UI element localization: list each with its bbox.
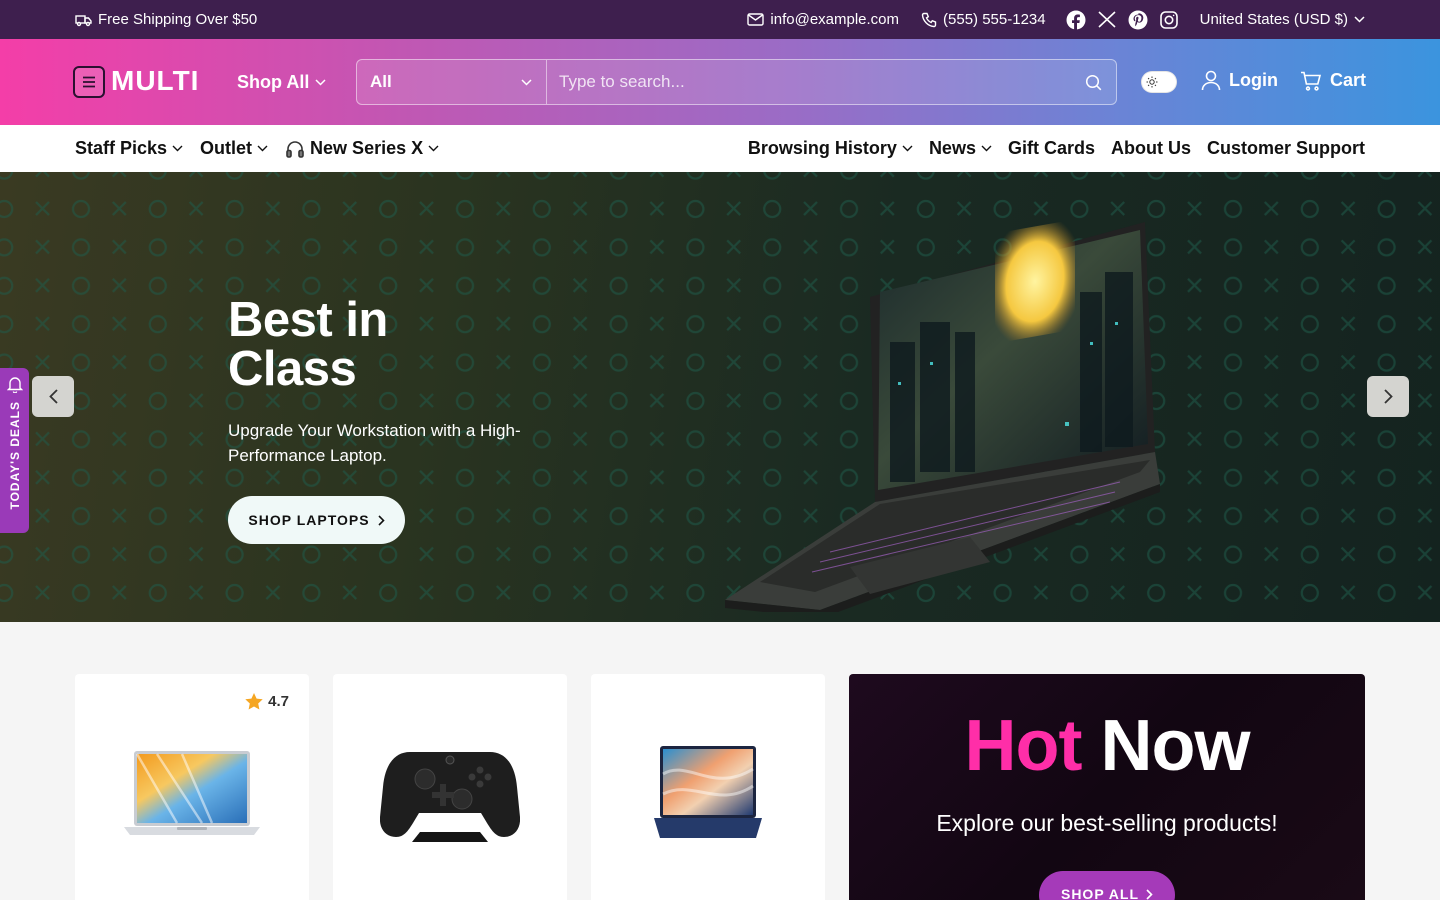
mail-icon	[747, 13, 765, 26]
theme-toggle[interactable]	[1141, 71, 1177, 93]
shop-all-button[interactable]: SHOP ALL	[1039, 871, 1175, 900]
blue-laptop-image	[591, 734, 825, 854]
search-category-select[interactable]: All	[357, 60, 547, 104]
chevron-down-icon	[257, 145, 268, 152]
x-icon[interactable]	[1098, 11, 1116, 28]
chevron-left-icon	[48, 389, 58, 404]
chevron-right-icon	[1146, 886, 1153, 900]
product-card[interactable]: 4.7	[75, 674, 309, 900]
nav-item-new-series-x[interactable]: New Series X	[285, 138, 439, 159]
phone-text: (555) 555-1234	[943, 11, 1046, 28]
nav-item-news[interactable]: News	[929, 138, 992, 159]
carousel-prev-button[interactable]	[32, 376, 74, 417]
currency-selector[interactable]: United States (USD $)	[1200, 11, 1365, 28]
nav-label: Staff Picks	[75, 138, 168, 158]
promo-title: Hot Now	[849, 706, 1365, 786]
search-category-value: All	[370, 72, 392, 91]
facebook-icon[interactable]	[1066, 10, 1086, 30]
logo[interactable]: MULTI	[111, 65, 199, 97]
shop-all-label: SHOP ALL	[1060, 886, 1139, 900]
nav-label: About Us	[1110, 138, 1191, 158]
nav-item-customer-support[interactable]: Customer Support	[1207, 138, 1365, 159]
star-icon	[245, 693, 263, 710]
headphones-icon	[285, 139, 305, 159]
user-icon	[1201, 70, 1221, 91]
shipping-text: Free Shipping Over $50	[98, 11, 258, 28]
shop-laptops-button[interactable]: SHOP LAPTOPS	[228, 496, 405, 544]
nav-label: Outlet	[200, 138, 253, 158]
laptop-image	[720, 222, 1180, 612]
top-bar: Free Shipping Over $50 info@example.com …	[0, 0, 1440, 39]
silver-laptop-image	[75, 734, 309, 854]
game-controller-image	[333, 734, 567, 854]
product-card[interactable]	[591, 674, 825, 900]
sun-icon	[1144, 74, 1160, 90]
email-text: info@example.com	[770, 11, 900, 28]
phone-link[interactable]: (555) 555-1234	[921, 11, 1046, 28]
chevron-down-icon	[315, 79, 326, 86]
nav-item-staff-picks[interactable]: Staff Picks	[75, 138, 183, 159]
country-text: United States (USD $)	[1199, 11, 1348, 28]
todays-deals-label: TODAY'S DEALS	[7, 401, 22, 510]
cta-label: SHOP LAPTOPS	[248, 512, 370, 528]
search-icon	[1085, 74, 1102, 91]
free-shipping-notice: Free Shipping Over $50	[75, 0, 257, 39]
hamburger-icon	[82, 76, 96, 88]
truck-icon	[75, 13, 92, 27]
login-label: Login	[1229, 70, 1278, 90]
main-header: MULTI Shop All All Login Cart	[0, 39, 1440, 125]
cart-link[interactable]: Cart	[1300, 70, 1366, 91]
shop-all-menu[interactable]: Shop All	[237, 72, 326, 93]
nav-label: New Series X	[310, 138, 424, 158]
search-input[interactable]	[547, 60, 1070, 104]
chevron-down-icon	[428, 145, 439, 152]
nav-label: Customer Support	[1206, 138, 1365, 158]
social-links	[1066, 10, 1178, 30]
instagram-icon[interactable]	[1159, 10, 1178, 29]
nav-label: News	[928, 138, 976, 158]
cart-icon	[1300, 71, 1322, 91]
nav-label: Gift Cards	[1007, 138, 1095, 158]
hero-title: Best in Class	[228, 293, 388, 396]
nav-label: Browsing History	[747, 138, 897, 158]
chevron-right-icon	[378, 514, 385, 526]
promo-subtitle: Explore our best-selling products!	[936, 810, 1278, 836]
nav-item-outlet[interactable]: Outlet	[200, 138, 268, 159]
phone-icon	[921, 12, 937, 28]
bell-icon	[6, 376, 23, 393]
rating-value: 4.7	[268, 693, 289, 710]
search-bar: All	[356, 59, 1117, 105]
chevron-down-icon	[902, 145, 913, 152]
carousel-next-button[interactable]	[1367, 376, 1409, 417]
hero-banner: Best in Class Upgrade Your Workstation w…	[0, 172, 1440, 622]
product-rating: 4.7	[245, 693, 289, 710]
promo-title-now: Now	[1100, 706, 1250, 786]
nav-item-gift-cards[interactable]: Gift Cards	[1008, 138, 1095, 159]
promo-title-hot: Hot	[964, 706, 1083, 786]
pinterest-icon[interactable]	[1128, 10, 1148, 30]
nav-item-browsing-history[interactable]: Browsing History	[748, 138, 913, 159]
hamburger-menu-button[interactable]	[73, 66, 105, 98]
login-link[interactable]: Login	[1201, 70, 1278, 91]
shop-all-label: Shop All	[237, 72, 310, 92]
todays-deals-tab[interactable]: TODAY'S DEALS	[0, 368, 29, 533]
chevron-down-icon	[1354, 16, 1365, 23]
chevron-down-icon	[172, 145, 183, 152]
search-button[interactable]	[1070, 60, 1116, 104]
product-card[interactable]	[333, 674, 567, 900]
cart-label: Cart	[1330, 70, 1367, 90]
chevron-down-icon	[981, 145, 992, 152]
category-nav: Staff Picks Outlet New Series X Browsing…	[0, 125, 1440, 172]
hero-subtitle: Upgrade Your Workstation with a High-Per…	[228, 421, 521, 465]
hot-now-promo: Hot Now Explore our best-selling product…	[849, 674, 1365, 900]
nav-item-about-us[interactable]: About Us	[1111, 138, 1191, 159]
chevron-right-icon	[1383, 389, 1393, 404]
chevron-down-icon	[521, 78, 532, 86]
email-link[interactable]: info@example.com	[747, 11, 899, 28]
